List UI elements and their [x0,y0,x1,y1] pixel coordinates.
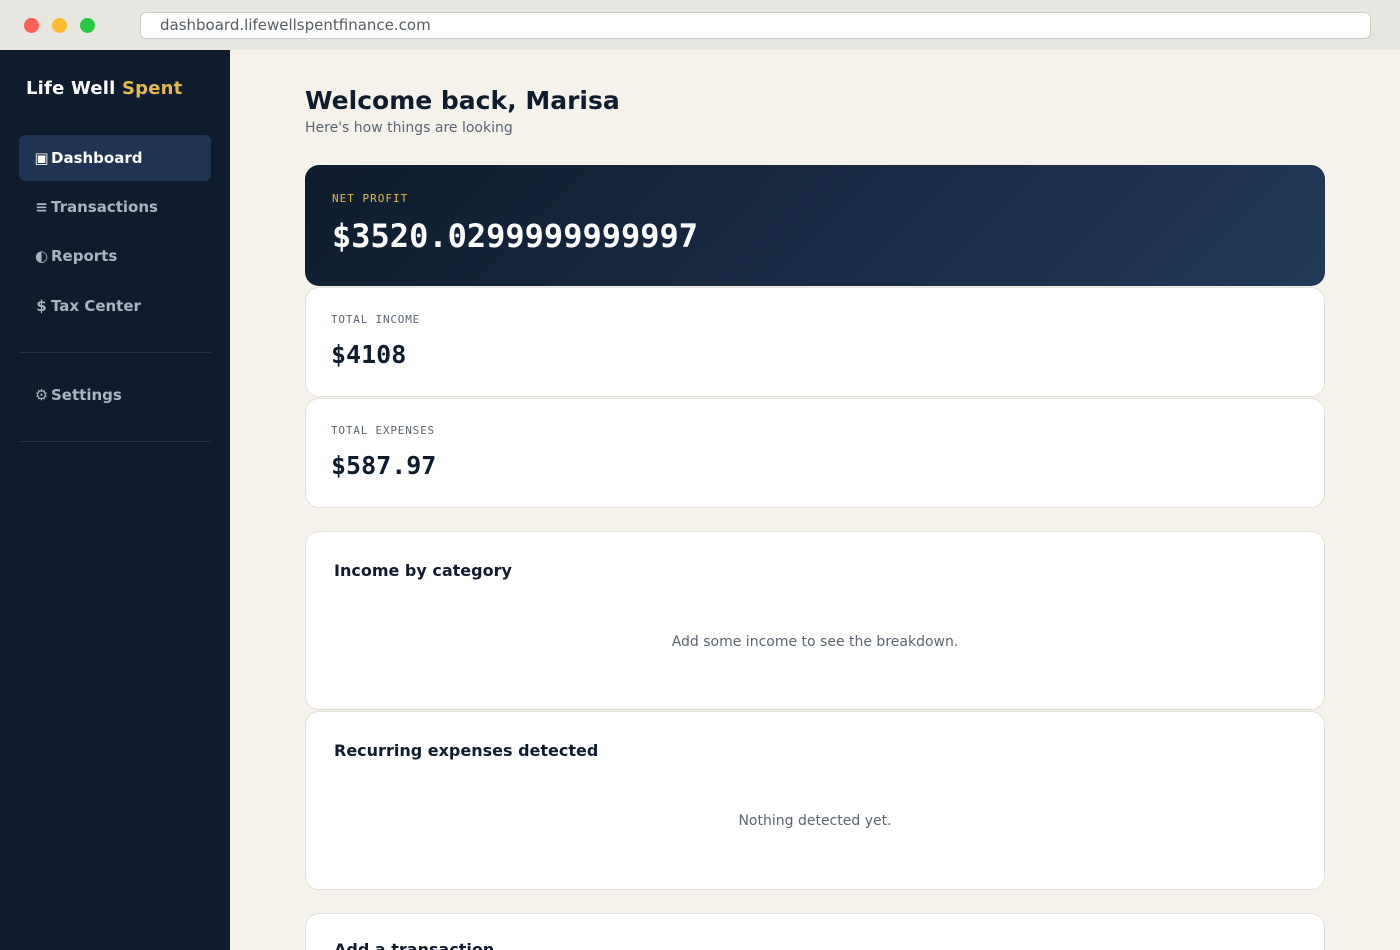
section-title: Recurring expenses detected [334,741,599,760]
list-icon: ≡ [35,198,48,216]
total-expenses-value: $587.97 [331,451,437,480]
address-bar[interactable]: dashboard.lifewellspentfinance.com [140,12,1371,39]
sidebar-divider [19,441,211,442]
sidebar-divider [19,352,211,353]
reports-icon: ◐ [34,247,49,265]
page-subtitle: Here's how things are looking [305,120,513,136]
sidebar: Life Well Spent ▣ Dashboard ≡ Transactions… [0,50,230,950]
section-title: Income by category [334,561,512,580]
maximize-window-button[interactable] [80,18,95,33]
close-window-button[interactable] [24,18,39,33]
brand-logo[interactable]: Life Well Spent [26,78,182,99]
net-profit-card: NET PROFIT $3520.0299999999997 [305,165,1325,286]
dashboard-icon: ▣ [34,149,49,167]
empty-state-text: Add some income to see the breakdown. [671,634,959,650]
recurring-expenses-card: Recurring expenses detected Nothing dete… [305,711,1325,890]
minimize-window-button[interactable] [52,18,67,33]
brand-name: Life Well [26,78,116,99]
sidebar-item-tax-center[interactable]: $ Tax Center [19,283,211,329]
sidebar-item-label: Settings [51,386,122,404]
total-income-label: TOTAL INCOME [331,313,421,326]
income-by-category-card: Income by category Add some income to se… [305,531,1325,710]
add-transaction-card: Add a transaction [305,913,1325,950]
net-profit-value: $3520.0299999999997 [332,217,699,255]
net-profit-label: NET PROFIT [332,192,409,205]
sidebar-item-label: Tax Center [51,297,141,315]
total-income-card: TOTAL INCOME $4108 [305,287,1325,397]
total-expenses-card: TOTAL EXPENSES $587.97 [305,398,1325,508]
sidebar-item-reports[interactable]: ◐ Reports [19,233,211,279]
sidebar-item-label: Transactions [51,198,158,216]
page-title: Welcome back, Marisa [305,86,620,115]
sidebar-item-label: Dashboard [51,149,143,167]
dollar-icon: $ [36,297,47,315]
brand-name-accent: Spent [121,78,183,99]
total-expenses-label: TOTAL EXPENSES [331,424,435,437]
total-income-value: $4108 [331,340,407,369]
section-title: Add a transaction [334,940,495,950]
browser-chrome: dashboard.lifewellspentfinance.com [0,0,1400,50]
gear-icon: ⚙ [34,386,49,404]
sidebar-item-dashboard[interactable]: ▣ Dashboard [19,135,211,181]
empty-state-text: Nothing detected yet. [738,813,892,829]
sidebar-item-transactions[interactable]: ≡ Transactions [19,184,211,230]
sidebar-item-settings[interactable]: ⚙ Settings [19,372,211,418]
sidebar-item-label: Reports [51,247,118,265]
